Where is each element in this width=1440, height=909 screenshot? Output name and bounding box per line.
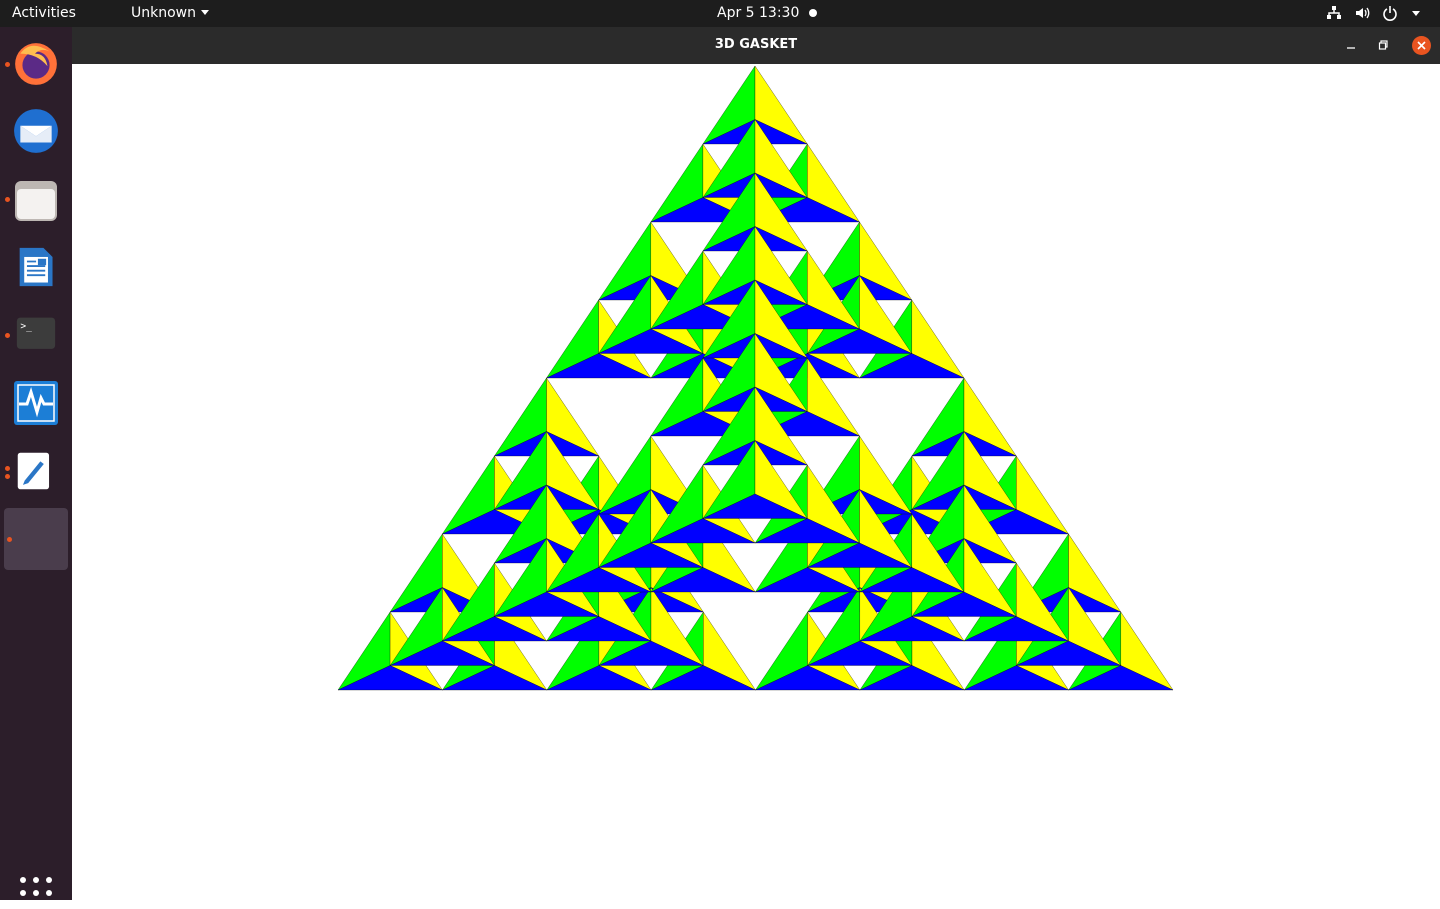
window-titlebar[interactable]: 3D GASKET: [72, 27, 1440, 64]
running-indicator: [5, 62, 10, 67]
dock: >_: [0, 27, 72, 909]
dock-item-firefox[interactable]: [4, 31, 68, 93]
chevron-down-icon[interactable]: [1410, 4, 1426, 22]
terminal-icon: >_: [16, 317, 56, 349]
dock-item-terminal[interactable]: >_: [4, 303, 68, 365]
minimize-icon[interactable]: [1344, 38, 1358, 52]
sierpinski-gasket: [337, 65, 1174, 691]
svg-text:>_: >_: [20, 321, 32, 332]
clock[interactable]: Apr 5 13:30: [717, 5, 799, 21]
dock-item-gasket-app[interactable]: [4, 508, 68, 570]
system-tray[interactable]: [1326, 4, 1426, 22]
app-menu[interactable]: Unknown: [131, 5, 209, 21]
folder-icon: [15, 181, 57, 221]
top-bar: Activities Unknown Apr 5 13:30: [0, 0, 1440, 27]
running-indicator: [5, 197, 10, 202]
volume-icon[interactable]: [1354, 4, 1370, 22]
grid-icon[interactable]: [20, 877, 52, 909]
running-indicator: [5, 466, 10, 471]
gasket-canvas[interactable]: [72, 64, 1440, 900]
running-indicator: [5, 333, 10, 338]
dock-item-files[interactable]: [4, 167, 68, 229]
dock-item-writer[interactable]: [4, 235, 68, 297]
mail-icon: [14, 109, 58, 153]
document-icon: [19, 247, 53, 287]
app-menu-label: Unknown: [131, 5, 196, 21]
dock-item-system-monitor[interactable]: [4, 371, 68, 433]
close-icon: [1417, 41, 1426, 50]
dock-item-thunderbird[interactable]: [4, 99, 68, 161]
running-indicator: [5, 474, 10, 479]
maximize-icon[interactable]: [1377, 38, 1391, 52]
chevron-down-icon: [201, 10, 209, 15]
dock-item-text-editor[interactable]: [4, 439, 68, 501]
activities-button[interactable]: Activities: [12, 5, 76, 21]
monitor-icon: [14, 381, 58, 425]
text-editor-icon: [17, 452, 50, 490]
power-icon[interactable]: [1382, 4, 1398, 22]
firefox-icon: [15, 43, 57, 85]
running-indicator: [7, 537, 12, 542]
network-icon[interactable]: [1326, 4, 1342, 22]
notification-dot-icon: [809, 9, 817, 17]
close-button[interactable]: [1412, 36, 1431, 55]
window-title: 3D GASKET: [714, 37, 798, 52]
